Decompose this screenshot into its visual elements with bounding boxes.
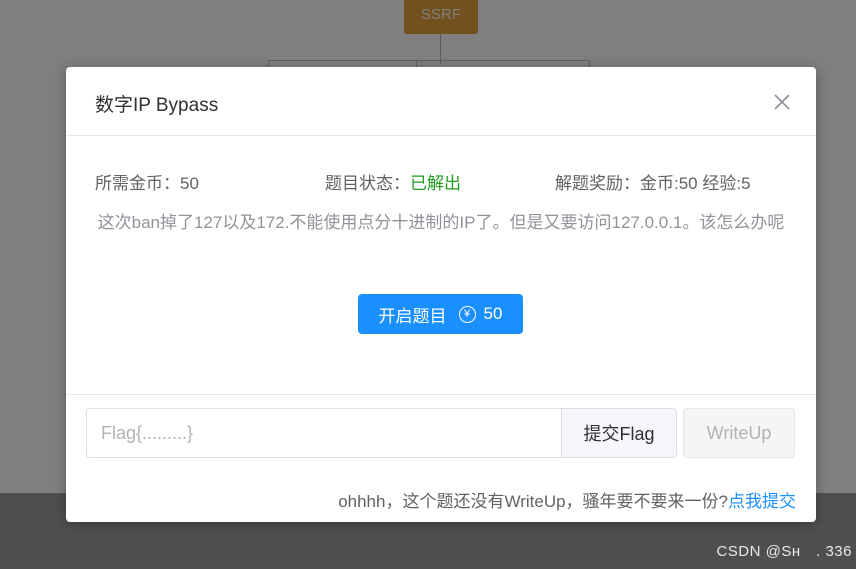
coin-icon: ¥ bbox=[458, 305, 476, 323]
csdn-watermark: CSDN @Sн . 336 bbox=[716, 543, 852, 560]
submit-flag-button[interactable]: 提交Flag bbox=[561, 408, 677, 458]
challenge-description: 这次ban掉了127以及172.不能使用点分十进制的IP了。但是又要访问127.… bbox=[97, 213, 785, 232]
challenge-dialog: 数字IP Bypass 所需金币：50 题目状态：已解出 解题奖励：金币:50 … bbox=[66, 67, 816, 522]
flag-input[interactable] bbox=[86, 408, 562, 458]
reward-info: 解题奖励：金币:50 经验:5 bbox=[555, 174, 751, 193]
writeup-button[interactable]: WriteUp bbox=[683, 408, 795, 458]
status-label: 题目状态： bbox=[325, 174, 410, 193]
divider bbox=[66, 394, 816, 395]
submit-writeup-link[interactable]: 点我提交 bbox=[728, 492, 796, 511]
start-button-cost: 50 bbox=[483, 304, 503, 323]
writeup-note-text: ohhhh，这个题还没有WriteUp，骚年要不要来一份? bbox=[338, 492, 728, 511]
close-icon[interactable] bbox=[772, 92, 792, 112]
start-challenge-button[interactable]: 开启题目 ¥ 50 bbox=[358, 294, 523, 334]
cost-info: 所需金币：50 bbox=[95, 174, 199, 193]
status-badge: 已解出 bbox=[410, 174, 461, 193]
status-info: 题目状态：已解出 bbox=[325, 169, 461, 194]
dialog-header: 数字IP Bypass bbox=[66, 67, 816, 136]
start-button-label: 开启题目 bbox=[378, 306, 447, 326]
writeup-note: ohhhh，这个题还没有WriteUp，骚年要不要来一份?点我提交 bbox=[338, 487, 796, 512]
dialog-title: 数字IP Bypass bbox=[95, 95, 219, 116]
